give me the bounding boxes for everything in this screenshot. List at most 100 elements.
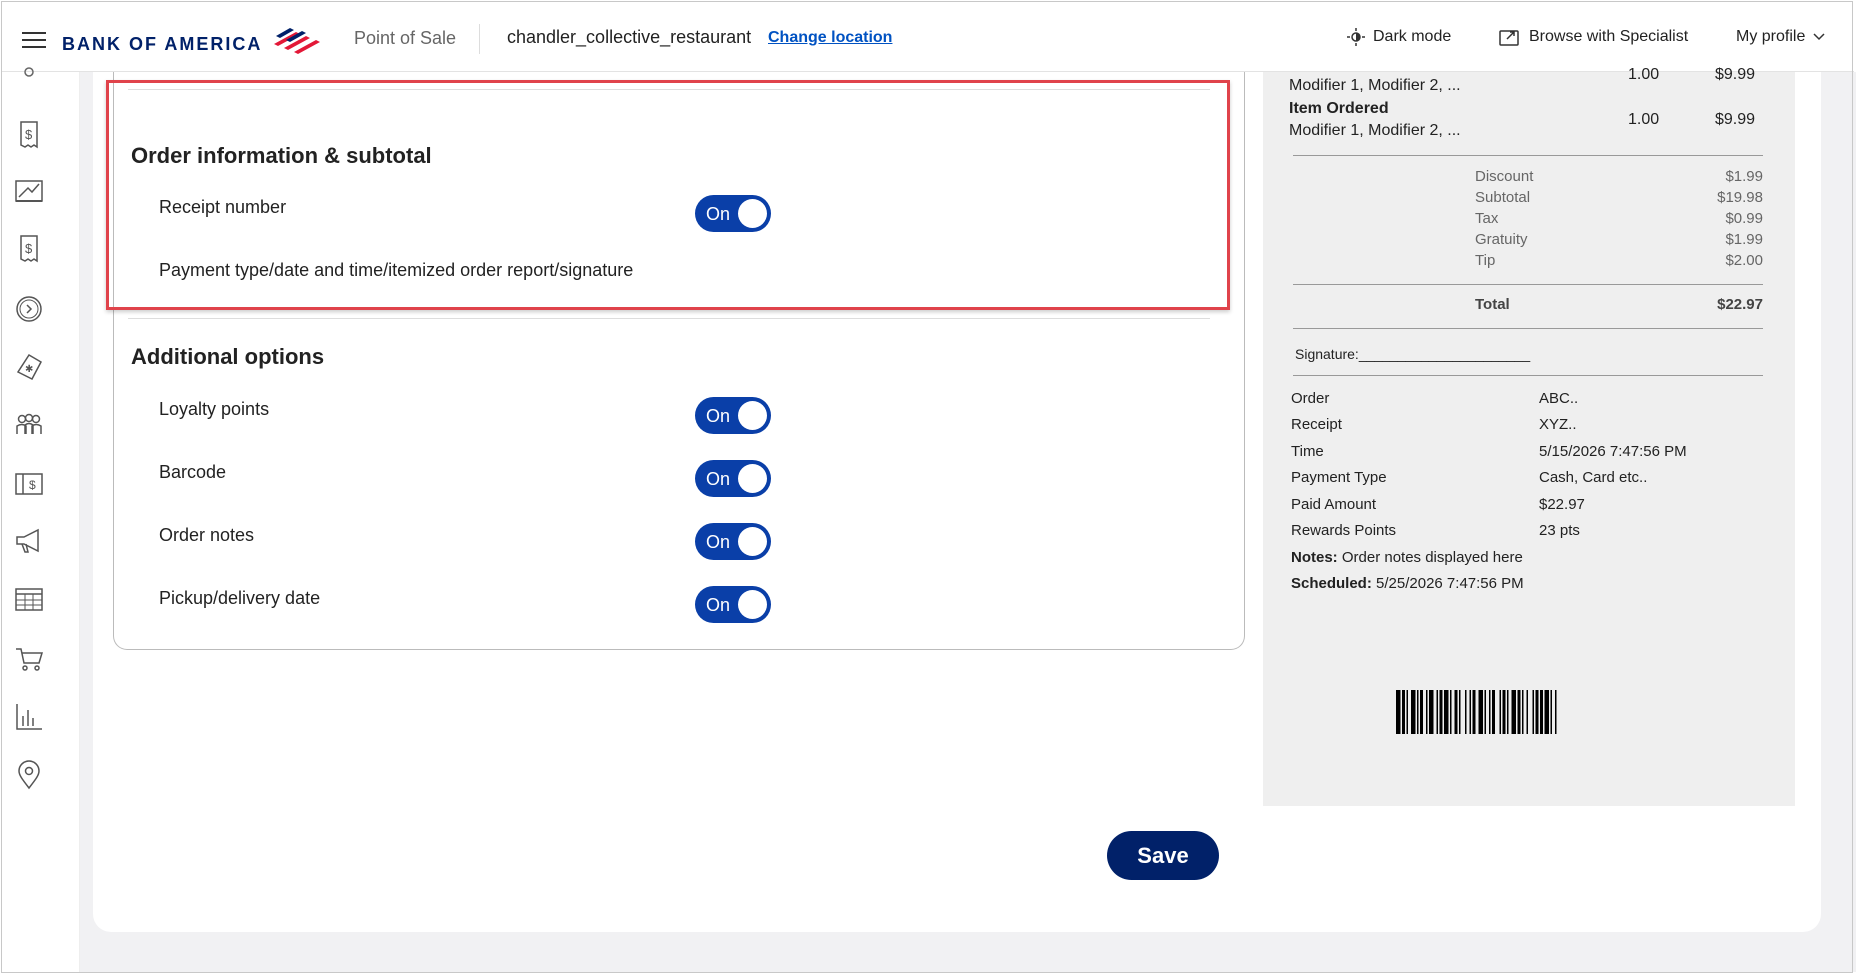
clock-icon[interactable] [14, 294, 44, 324]
barcode-label: Barcode [159, 462, 227, 482]
cart-icon[interactable] [14, 644, 44, 674]
svg-text:$: $ [29, 478, 36, 492]
receipt-divider [1293, 284, 1763, 285]
brand-logo-text: BANK OF AMERICA [62, 34, 263, 54]
summary-value: $19.98 [1717, 189, 1763, 206]
summary-label: Subtotal [1475, 189, 1531, 206]
top-header: BANK OF AMERICA Point of Sale chandler_c… [2, 2, 1854, 72]
loyalty-points-toggle[interactable]: On [695, 397, 771, 434]
svg-text:$: $ [25, 127, 33, 142]
customers-icon[interactable] [14, 410, 44, 440]
additional-options-section-title: Additional options [131, 344, 325, 369]
receipt-divider [1293, 375, 1763, 376]
share-screen-icon [1499, 30, 1519, 46]
location-name: chandler_collective_restaurant [507, 27, 752, 47]
receipt-modifiers-text: Modifier 1, Modifier 2, ... [1289, 122, 1461, 139]
summary-label: Tax [1475, 210, 1499, 227]
bar-chart-icon[interactable] [14, 702, 44, 732]
dark-mode-button[interactable]: Dark mode [1347, 28, 1451, 46]
detail-label: Rewards Points [1291, 522, 1397, 539]
detail-value: ABC.. [1539, 390, 1579, 407]
summary-value: $1.99 [1725, 231, 1763, 248]
chart-icon[interactable] [14, 176, 44, 206]
calendar-icon[interactable] [14, 584, 44, 614]
summary-label: Tip [1475, 252, 1496, 269]
tag-icon[interactable]: ✱ [14, 352, 44, 382]
summary-label: Gratuity [1475, 231, 1528, 248]
detail-value: Cash, Card etc.. [1539, 469, 1648, 486]
detail-label: Order [1291, 390, 1330, 407]
toggle-knob [738, 590, 767, 619]
receipt-price: $9.99 [1715, 111, 1756, 128]
receipt-dollar-icon[interactable]: $ [14, 120, 44, 150]
section-divider [128, 318, 1210, 319]
svg-text:$: $ [25, 241, 33, 256]
toggle-state-label: On [706, 406, 731, 426]
order-notes-toggle[interactable]: On [695, 523, 771, 560]
highlight-annotation-box [106, 80, 1230, 310]
detail-value: $22.97 [1539, 496, 1585, 513]
pickup-delivery-date-label: Pickup/delivery date [159, 588, 321, 608]
receipt-divider [1293, 155, 1763, 156]
detail-label: Paid Amount [1291, 496, 1377, 513]
receipt-preview: Modifier 1, Modifier 2, ... 1.00 $9.99 I… [1263, 66, 1795, 806]
summary-value: $1.99 [1725, 168, 1763, 185]
megaphone-icon[interactable] [14, 526, 44, 556]
summary-value: $0.99 [1725, 210, 1763, 227]
receipt-price: $9.99 [1715, 66, 1756, 83]
gear-icon[interactable] [14, 66, 44, 96]
toggle-knob [738, 527, 767, 556]
dark-mode-label: Dark mode [1373, 28, 1452, 45]
order-notes-label: Order notes [159, 525, 255, 545]
total-label: Total [1475, 296, 1510, 313]
toggle-state-label: On [706, 469, 731, 489]
barcode-image [1396, 690, 1557, 734]
total-value: $22.97 [1717, 296, 1763, 313]
sun-icon [1347, 28, 1365, 46]
toggle-knob [738, 464, 767, 493]
scheduled-value: 5/25/2026 7:47:56 PM [1376, 575, 1524, 592]
detail-label: Payment Type [1291, 469, 1387, 486]
toggle-knob [738, 401, 767, 430]
detail-value: XYZ.. [1539, 416, 1577, 433]
toggle-state-label: On [706, 595, 731, 615]
detail-label: Time [1291, 443, 1324, 460]
browse-specialist-button[interactable]: Browse with Specialist [1499, 28, 1688, 46]
toggle-state-label: On [706, 532, 731, 552]
save-button[interactable]: Save [1107, 831, 1219, 880]
header-divider [479, 24, 480, 54]
chevron-down-icon [1813, 33, 1825, 41]
pickup-delivery-date-toggle[interactable]: On [695, 586, 771, 623]
detail-value: 23 pts [1539, 522, 1580, 539]
notes-row: Notes: Order notes displayed here [1291, 549, 1523, 566]
browse-specialist-label: Browse with Specialist [1529, 28, 1689, 45]
change-location-link[interactable]: Change location [768, 29, 892, 47]
location-pin-icon[interactable] [14, 760, 44, 790]
detail-value: 5/15/2026 7:47:56 PM [1539, 443, 1687, 460]
barcode-toggle[interactable]: On [695, 460, 771, 497]
svg-text:✱: ✱ [25, 364, 33, 375]
summary-label: Discount [1475, 168, 1534, 185]
summary-value: $2.00 [1725, 252, 1763, 269]
gift-card-icon[interactable]: $ [14, 468, 44, 498]
scheduled-row: Scheduled: 5/25/2026 7:47:56 PM [1291, 575, 1524, 592]
receipt-divider [1293, 328, 1763, 329]
receipt-modifiers-text: Modifier 1, Modifier 2, ... [1289, 77, 1461, 94]
detail-label: Receipt [1291, 416, 1342, 433]
product-name: Point of Sale [354, 28, 457, 48]
menu-icon[interactable] [22, 32, 46, 50]
notes-label: Notes: [1291, 549, 1338, 566]
signature-line: Signature:______________________ [1295, 346, 1531, 362]
loyalty-points-label: Loyalty points [159, 399, 270, 419]
app-window: BANK OF AMERICA Point of Sale chandler_c… [0, 0, 1858, 976]
receipt-qty: 1.00 [1628, 66, 1660, 83]
receipt-item-name: Item Ordered [1289, 100, 1389, 117]
my-profile-label: My profile [1736, 28, 1806, 45]
invoice-dollar-icon[interactable]: $ [14, 234, 44, 264]
receipt-qty: 1.00 [1628, 111, 1660, 128]
my-profile-button[interactable]: My profile [1736, 28, 1825, 46]
sidebar-nav: $ $ ✱ $ [2, 67, 80, 972]
scheduled-label: Scheduled: [1291, 575, 1372, 592]
bank-flag-logo-icon [274, 28, 320, 54]
notes-value: Order notes displayed here [1341, 549, 1523, 566]
